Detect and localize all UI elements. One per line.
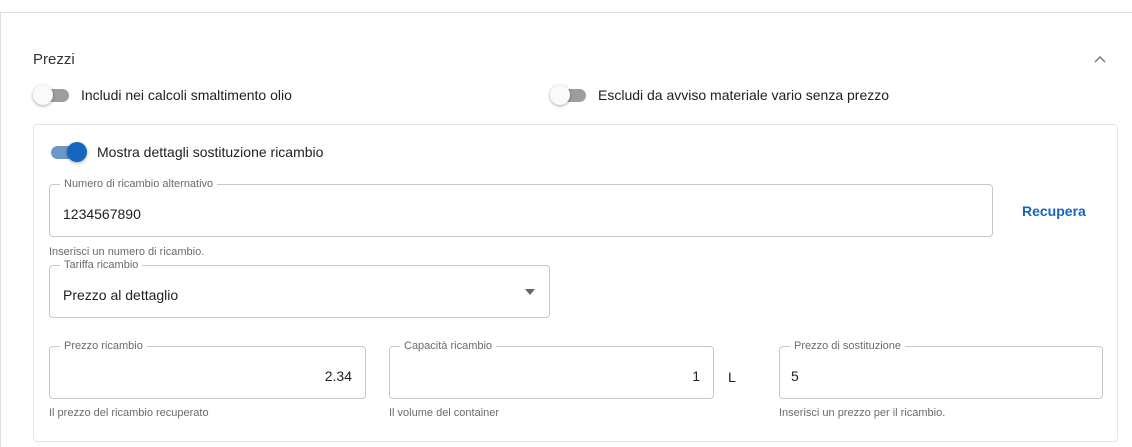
recupera-button[interactable]: Recupera <box>1022 203 1086 219</box>
oil-disposal-label: Includi nei calcoli smaltimento olio <box>81 87 292 103</box>
replacement-price-value[interactable]: 5 <box>791 368 799 384</box>
toggle-exclude-misc[interactable]: Escludi da avviso materiale vario senza … <box>550 84 889 106</box>
alt-part-number-value[interactable]: 1234567890 <box>63 206 141 222</box>
part-price-label: Prezzo ricambio <box>60 339 147 353</box>
toggle-show-details[interactable]: Mostra dettagli sostituzione ricambio <box>49 141 323 163</box>
part-price-field[interactable]: Prezzo ricambio 2.34 <box>49 339 366 399</box>
section-title: Prezzi <box>33 51 75 68</box>
oil-disposal-switch[interactable] <box>33 84 71 106</box>
show-details-switch[interactable] <box>49 141 87 163</box>
chevron-up-icon <box>1094 56 1106 63</box>
alt-part-number-helper: Inserisci un numero di ricambio. <box>49 246 205 258</box>
exclude-misc-label: Escludi da avviso materiale vario senza … <box>598 87 890 103</box>
tariff-label: Tariffa ricambio <box>60 258 143 272</box>
part-price-value[interactable]: 2.34 <box>325 368 352 384</box>
tariff-value: Prezzo al dettaglio <box>63 287 179 303</box>
triangle-down-icon <box>525 289 535 295</box>
part-capacity-field[interactable]: Capacità ricambio 1 <box>389 339 714 399</box>
prices-card: Prezzi Includi nei calcoli smaltimento o… <box>0 12 1132 447</box>
exclude-misc-switch[interactable] <box>550 84 588 106</box>
capacity-unit: L <box>728 369 736 385</box>
part-capacity-label: Capacità ricambio <box>400 339 497 353</box>
alt-part-number-label: Numero di ricambio alternativo <box>60 177 218 191</box>
show-details-label: Mostra dettagli sostituzione ricambio <box>97 144 324 160</box>
tariff-select[interactable]: Tariffa ricambio Prezzo al dettaglio <box>49 258 550 318</box>
replacement-price-helper: Inserisci un prezzo per il ricambio. <box>779 407 946 419</box>
replacement-price-label: Prezzo di sostituzione <box>790 339 905 353</box>
part-capacity-helper: Il volume del container <box>389 407 500 419</box>
replacement-price-field[interactable]: Prezzo di sostituzione 5 <box>779 339 1103 399</box>
part-price-helper: Il prezzo del ricambio recuperato <box>49 407 209 419</box>
alt-part-number-field[interactable]: Numero di ricambio alternativo 123456789… <box>49 177 993 237</box>
part-capacity-value[interactable]: 1 <box>692 368 700 384</box>
toggle-oil-disposal[interactable]: Includi nei calcoli smaltimento olio <box>33 84 292 106</box>
collapse-button[interactable] <box>1088 49 1112 69</box>
